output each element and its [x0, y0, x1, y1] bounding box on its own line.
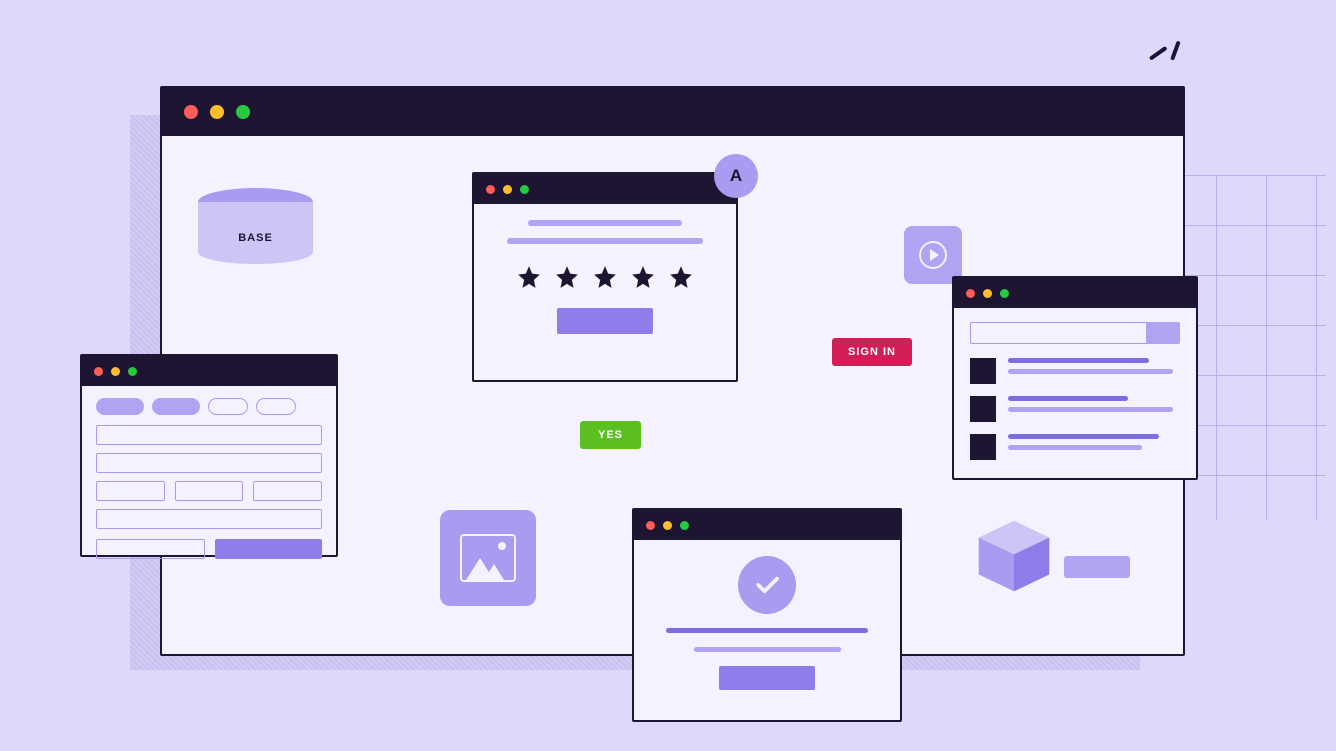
- list-item[interactable]: [970, 358, 1180, 384]
- traffic-light-zoom-icon: [680, 521, 689, 530]
- input-field[interactable]: [96, 453, 322, 473]
- form-titlebar: [82, 356, 336, 386]
- cube-icon: [972, 514, 1056, 598]
- input-field[interactable]: [253, 481, 322, 501]
- traffic-light-minimize-icon: [983, 289, 992, 298]
- database-label: BASE: [238, 232, 273, 244]
- text-line: [1008, 434, 1159, 439]
- traffic-light-zoom-icon: [520, 185, 529, 194]
- tab-pill[interactable]: [152, 398, 200, 415]
- text-line: [507, 238, 704, 244]
- traffic-light-minimize-icon: [210, 105, 224, 119]
- main-titlebar: [162, 88, 1183, 136]
- list-item[interactable]: [970, 434, 1180, 460]
- avatar-letter: A: [730, 166, 742, 186]
- traffic-light-minimize-icon: [503, 185, 512, 194]
- image-placeholder: [440, 510, 536, 606]
- avatar-badge: A: [714, 154, 758, 198]
- cube-label: [1064, 556, 1130, 578]
- tab-pill[interactable]: [208, 398, 248, 415]
- text-line: [1008, 445, 1142, 450]
- image-icon: [460, 534, 516, 582]
- database-node: BASE: [198, 188, 313, 264]
- input-field[interactable]: [96, 481, 165, 501]
- search-button[interactable]: [1146, 322, 1180, 344]
- traffic-light-minimize-icon: [663, 521, 672, 530]
- text-line: [528, 220, 682, 226]
- traffic-light-zoom-icon: [236, 105, 250, 119]
- text-line: [1008, 396, 1128, 401]
- traffic-light-close-icon: [486, 185, 495, 194]
- diagram-canvas: BASE A: [0, 0, 1336, 751]
- thumbnail-icon: [970, 358, 996, 384]
- continue-button[interactable]: [719, 666, 815, 690]
- database-body: BASE: [198, 202, 313, 264]
- traffic-light-zoom-icon: [128, 367, 137, 376]
- text-line: [694, 647, 841, 652]
- decision-yes-chip[interactable]: YES: [580, 421, 641, 449]
- sign-in-chip[interactable]: SIGN IN: [832, 338, 912, 366]
- traffic-light-close-icon: [966, 289, 975, 298]
- secondary-button[interactable]: [96, 539, 205, 559]
- yes-label: YES: [598, 429, 623, 441]
- input-field[interactable]: [96, 509, 322, 529]
- tab-pill[interactable]: [256, 398, 296, 415]
- success-titlebar: [634, 510, 900, 540]
- list-titlebar: [954, 278, 1196, 308]
- star-icon[interactable]: [592, 264, 618, 290]
- traffic-light-zoom-icon: [1000, 289, 1009, 298]
- traffic-light-close-icon: [184, 105, 198, 119]
- star-icon[interactable]: [630, 264, 656, 290]
- traffic-light-close-icon: [646, 521, 655, 530]
- submit-button[interactable]: [557, 308, 653, 334]
- list-item[interactable]: [970, 396, 1180, 422]
- star-icon[interactable]: [668, 264, 694, 290]
- primary-button[interactable]: [215, 539, 322, 559]
- text-line: [1008, 407, 1173, 412]
- tab-pill[interactable]: [96, 398, 144, 415]
- text-line: [666, 628, 868, 633]
- traffic-light-minimize-icon: [111, 367, 120, 376]
- input-field[interactable]: [175, 481, 244, 501]
- search-input[interactable]: [970, 322, 1146, 344]
- form-window: [80, 354, 338, 557]
- rating-titlebar: [474, 174, 736, 204]
- text-line: [1008, 369, 1173, 374]
- star-rating[interactable]: [516, 264, 694, 290]
- sign-in-label: SIGN IN: [848, 346, 896, 358]
- thumbnail-icon: [970, 434, 996, 460]
- input-field[interactable]: [96, 425, 322, 445]
- rating-window: A: [472, 172, 738, 382]
- traffic-light-close-icon: [94, 367, 103, 376]
- check-circle-icon: [738, 556, 796, 614]
- accent-marks: [1150, 48, 1176, 66]
- star-icon[interactable]: [516, 264, 542, 290]
- thumbnail-icon: [970, 396, 996, 422]
- success-window: [632, 508, 902, 722]
- text-line: [1008, 358, 1149, 363]
- star-icon[interactable]: [554, 264, 580, 290]
- list-window: [952, 276, 1198, 480]
- play-icon: [919, 241, 947, 269]
